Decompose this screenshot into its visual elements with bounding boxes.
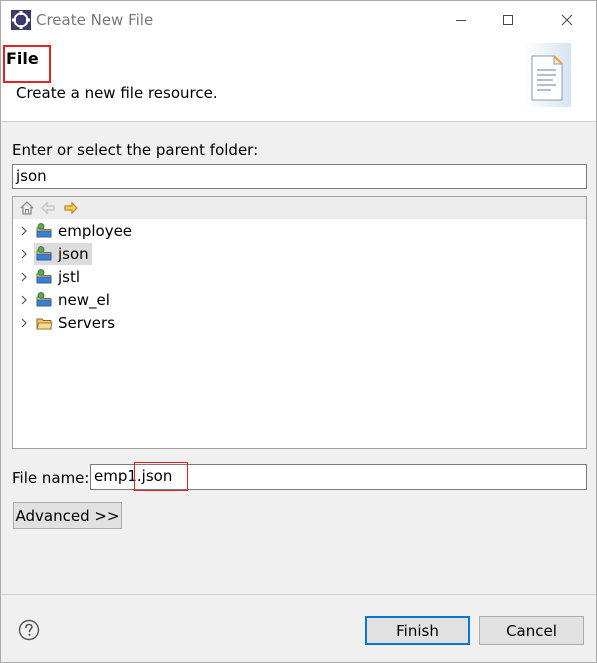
close-button[interactable] <box>545 5 589 35</box>
home-icon[interactable] <box>19 200 35 216</box>
tree-item-label: json <box>58 245 89 263</box>
minimize-icon <box>456 20 466 21</box>
cancel-button[interactable]: Cancel <box>479 616 584 645</box>
wizard-page-title: File <box>6 49 39 68</box>
chevron-right-icon[interactable] <box>19 272 29 282</box>
tree-item-label: jstl <box>58 268 81 286</box>
help-icon[interactable] <box>18 619 40 641</box>
tree-item-employee[interactable]: employee <box>13 220 586 242</box>
eclipse-app-icon <box>11 10 31 30</box>
wizard-banner: File Create a new file resource. <box>1 39 596 122</box>
folder-icon <box>36 318 53 330</box>
tree-toolbar <box>13 197 586 219</box>
chevron-right-icon[interactable] <box>19 295 29 305</box>
tree-item-label: Servers <box>58 314 116 332</box>
extension-highlight-box <box>134 462 188 491</box>
parent-folder-input[interactable]: json <box>12 164 587 189</box>
project-icon <box>36 246 52 261</box>
chevron-right-icon[interactable] <box>19 249 29 259</box>
file-name-label: File name: <box>12 469 90 487</box>
maximize-icon <box>503 15 513 25</box>
title-bar: Create New File <box>1 1 596 39</box>
advanced-button[interactable]: Advanced >> <box>13 502 122 529</box>
chevron-right-icon[interactable] <box>19 226 29 236</box>
parent-folder-label: Enter or select the parent folder: <box>12 141 259 159</box>
back-arrow-icon[interactable] <box>40 200 56 216</box>
close-icon <box>561 14 573 26</box>
create-new-file-dialog: Create New File File Create a new file r… <box>0 0 597 663</box>
tree-item-label: employee <box>58 222 133 240</box>
parent-folder-value: json <box>16 167 47 185</box>
tree-item-json[interactable]: json <box>13 243 586 265</box>
minimize-button[interactable] <box>439 5 483 35</box>
project-icon <box>36 223 52 238</box>
window-title: Create New File <box>36 11 154 29</box>
maximize-button[interactable] <box>486 5 530 35</box>
file-name-base: emp1 <box>94 467 137 485</box>
wizard-page-description: Create a new file resource. <box>16 84 218 102</box>
project-icon <box>36 269 52 284</box>
footer-separator <box>1 594 596 595</box>
folder-tree[interactable]: employee json jstl new_el Servers <box>12 196 587 449</box>
tree-item-jstl[interactable]: jstl <box>13 266 586 288</box>
tree-item-new-el[interactable]: new_el <box>13 289 586 311</box>
forward-arrow-icon[interactable] <box>63 200 79 216</box>
new-file-wizard-icon <box>523 43 571 107</box>
tree-item-label: new_el <box>58 291 110 309</box>
chevron-right-icon[interactable] <box>19 318 29 328</box>
tree-item-servers[interactable]: Servers <box>13 312 586 334</box>
finish-button[interactable]: Finish <box>365 616 470 645</box>
project-icon <box>36 292 52 307</box>
